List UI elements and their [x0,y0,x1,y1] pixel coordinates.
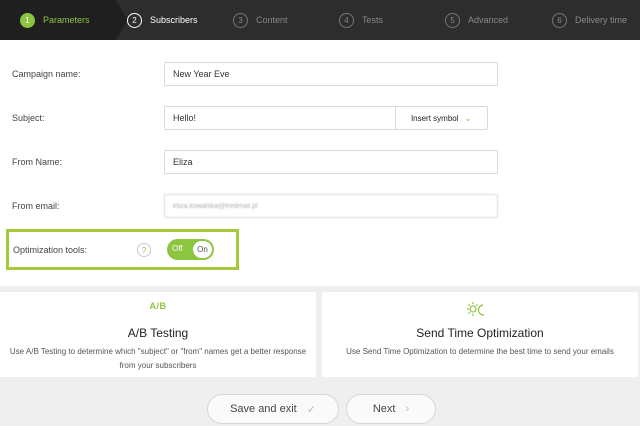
step-advanced[interactable]: 5 Advanced [445,0,508,40]
subject-label: Subject: [12,113,45,123]
step-content[interactable]: 3 Content [233,0,288,40]
save-and-exit-label: Save and exit [230,403,297,415]
next-label: Next [372,403,396,415]
insert-symbol-dropdown[interactable]: Insert symbol ⌄ [395,107,487,129]
step-number: 5 [445,12,460,28]
ab-testing-icon: A/B [149,301,167,311]
campaign-name-label: Campaign name: [12,69,81,79]
step-delivery-time[interactable]: 6 Delivery time [552,0,627,40]
send-time-optimization-card[interactable]: Send Time Optimization Use Send Time Opt… [322,292,638,377]
optimization-tools-label: Optimization tools: [13,245,88,255]
campaign-name-input[interactable] [164,62,498,86]
chevron-right-icon: › [405,403,410,415]
save-and-exit-button[interactable]: Save and exit ✓ [207,394,339,424]
help-icon[interactable]: ? [137,243,151,257]
next-button[interactable]: Next › [346,394,436,424]
step-number: 1 [20,12,35,28]
toggle-off-label: Off [172,244,183,253]
optimization-tools-row: Optimization tools: ? Off On [6,229,239,270]
ab-testing-title: A/B Testing [127,326,189,340]
subject-field: Insert symbol ⌄ [164,106,488,130]
step-parameters[interactable]: 1 Parameters [20,0,90,40]
step-label: Subscribers [150,15,198,25]
step-tests[interactable]: 4 Tests [339,0,383,40]
step-number: 3 [233,12,248,28]
steps-bar: 1 Parameters 2 Subscribers 3 Content 4 T… [0,0,640,40]
parameters-form: Campaign name: Subject: Insert symbol ⌄ … [0,40,640,286]
sun-moon-icon [466,300,488,325]
ab-testing-card[interactable]: A/B A/B Testing Use A/B Testing to deter… [0,292,316,377]
step-number: 4 [339,12,354,28]
step-label: Delivery time [575,15,628,25]
from-name-input[interactable] [164,150,498,174]
from-name-label: From Name: [12,157,63,167]
step-number: 2 [127,12,142,28]
check-icon: ✓ [306,403,316,416]
subject-input[interactable] [165,107,395,129]
from-email-input[interactable] [164,194,498,218]
step-label: Content [256,15,288,25]
toggle-knob: On [193,241,212,258]
optimization-toggle[interactable]: Off On [167,239,214,260]
step-label: Advanced [468,15,509,25]
send-time-optimization-description: Use Send Time Optimization to determine … [346,347,614,356]
step-subscribers[interactable]: 2 Subscribers [127,0,198,40]
step-label: Tests [362,15,384,25]
step-label: Parameters [43,15,90,25]
insert-symbol-label: Insert symbol [410,113,459,123]
step-number: 6 [552,12,567,28]
chevron-down-icon: ⌄ [464,112,473,123]
send-time-optimization-title: Send Time Optimization [416,326,544,340]
ab-testing-description: Use A/B Testing to determine which "subj… [9,347,307,370]
from-email-label: From email: [12,201,60,211]
